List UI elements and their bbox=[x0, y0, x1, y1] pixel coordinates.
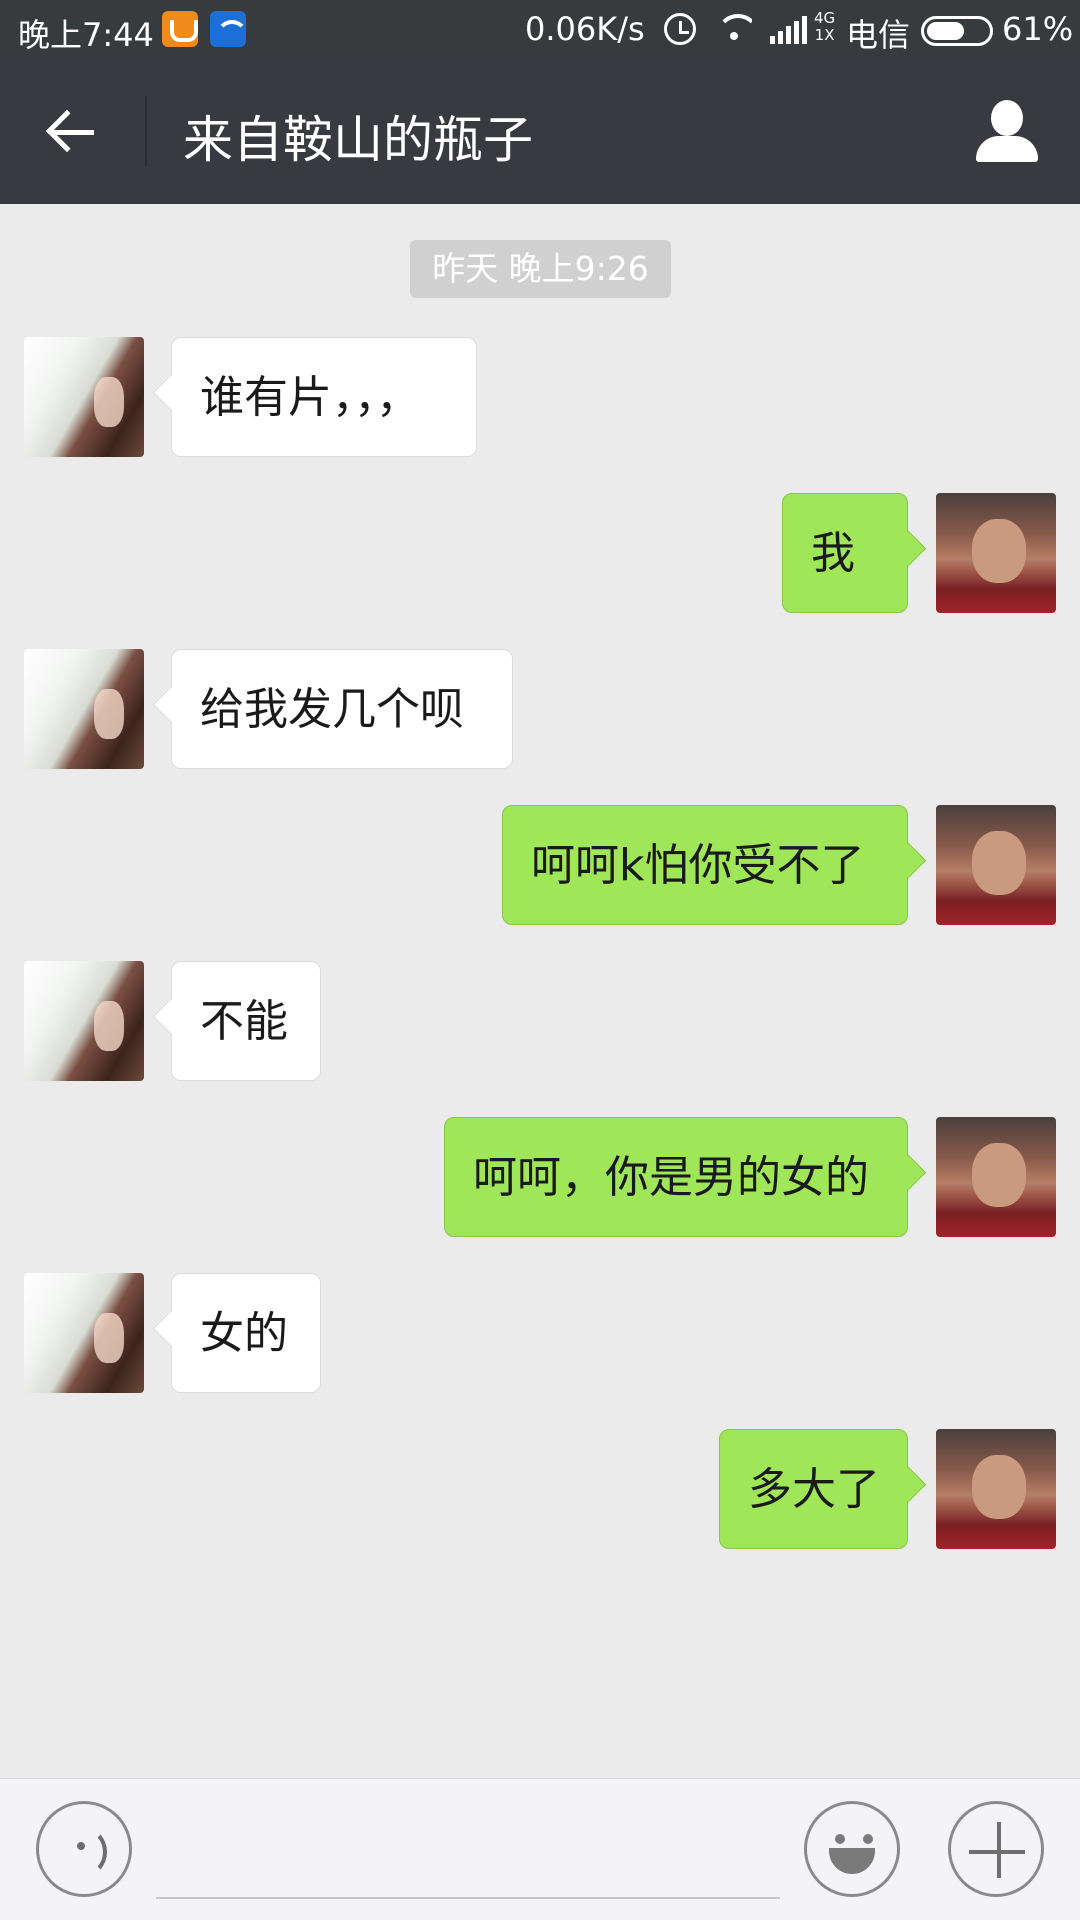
contact-avatar[interactable] bbox=[24, 1273, 144, 1393]
outgoing-message[interactable]: 多大了 bbox=[719, 1429, 908, 1549]
carrier-label: 电信 bbox=[846, 16, 911, 54]
status-time: 晚上7:44 bbox=[18, 16, 154, 54]
back-button[interactable] bbox=[36, 100, 108, 164]
uc-browser-icon bbox=[162, 11, 198, 47]
contact-avatar[interactable] bbox=[24, 649, 144, 769]
signal-icon bbox=[770, 16, 807, 44]
chat-title: 来自鞍山的瓶子 bbox=[183, 111, 533, 169]
incoming-message[interactable]: 谁有片，，， bbox=[171, 337, 477, 457]
profile-button[interactable] bbox=[972, 100, 1042, 166]
incoming-message[interactable]: 给我发几个呗 bbox=[171, 649, 513, 769]
status-bar: 晚上7:44 0.06K/s 4G 1X 电信 61% bbox=[0, 0, 1080, 60]
incoming-message[interactable]: 不能 bbox=[171, 961, 321, 1081]
outgoing-message[interactable]: 呵呵k怕你受不了 bbox=[502, 805, 908, 925]
contact-avatar[interactable] bbox=[24, 961, 144, 1081]
battery-icon bbox=[921, 16, 993, 46]
more-button[interactable] bbox=[948, 1801, 1044, 1897]
emoji-button[interactable] bbox=[804, 1801, 900, 1897]
battery-percent: 61% bbox=[1002, 10, 1074, 48]
timestamp-badge: 昨天 晚上9:26 bbox=[410, 240, 671, 298]
input-bar bbox=[0, 1778, 1080, 1920]
chat-header: 来自鞍山的瓶子 bbox=[0, 60, 1080, 204]
outgoing-message[interactable]: 呵呵，你是男的女的 bbox=[444, 1117, 908, 1237]
my-avatar[interactable] bbox=[936, 805, 1056, 925]
alarm-icon bbox=[664, 13, 696, 45]
wifi-icon bbox=[716, 14, 752, 44]
incoming-message[interactable]: 女的 bbox=[171, 1273, 321, 1393]
outgoing-message[interactable]: 我 bbox=[782, 493, 908, 613]
person-icon bbox=[991, 100, 1023, 136]
my-avatar[interactable] bbox=[936, 1117, 1056, 1237]
network-speed: 0.06K/s bbox=[525, 10, 645, 48]
emoji-icon bbox=[835, 1834, 845, 1844]
my-avatar[interactable] bbox=[936, 1429, 1056, 1549]
voice-button[interactable] bbox=[36, 1801, 132, 1897]
message-input[interactable] bbox=[156, 1839, 780, 1899]
network-type: 4G 1X bbox=[814, 9, 836, 44]
header-divider bbox=[145, 96, 147, 166]
my-avatar[interactable] bbox=[936, 493, 1056, 613]
contact-avatar[interactable] bbox=[24, 337, 144, 457]
message-list[interactable]: 昨天 晚上9:26 谁有片，，， 我 给我发几个呗 呵呵k怕你受不了 不能 呵呵… bbox=[0, 204, 1080, 1778]
wifi-app-icon bbox=[210, 11, 248, 47]
